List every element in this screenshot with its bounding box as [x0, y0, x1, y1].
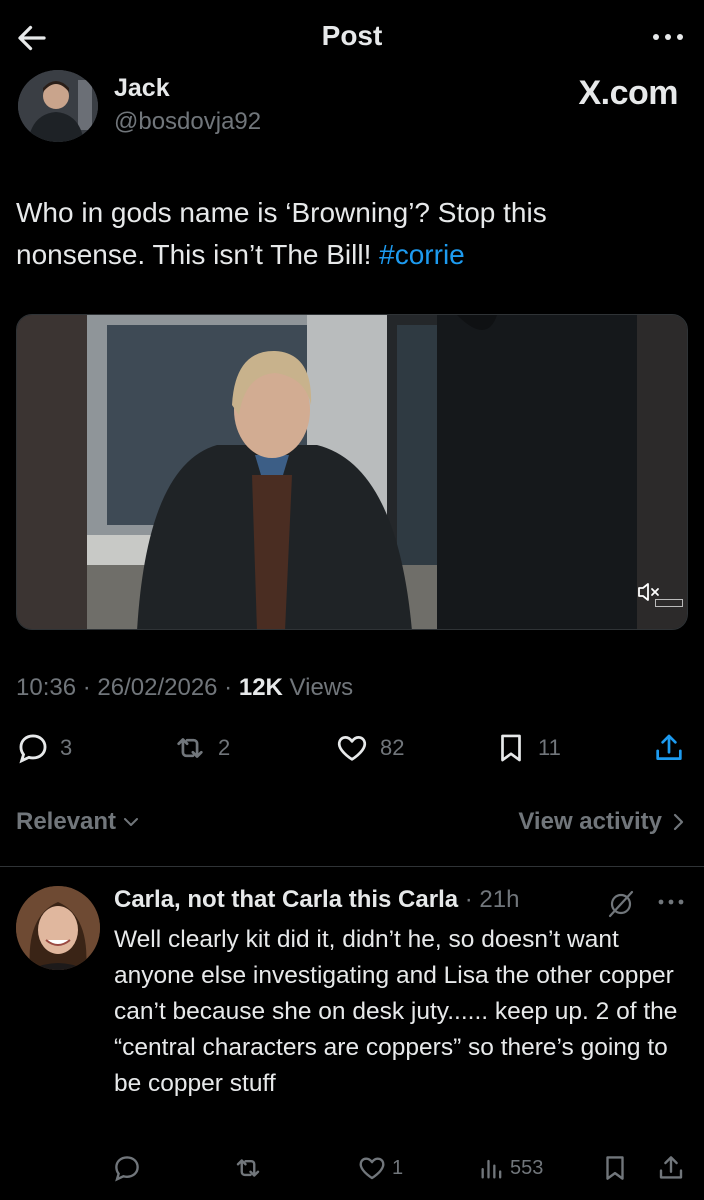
reply-repost-button[interactable] [232, 1150, 268, 1186]
source-watermark: X.com [578, 74, 678, 112]
reply-view-count: 553 [510, 1156, 544, 1179]
reply-actions: 1 553 [0, 1150, 704, 1186]
post-text-line-1: Who in gods name is ‘Browning’? Stop thi… [16, 197, 547, 228]
share-icon [659, 1156, 683, 1179]
reply-icon [19, 734, 47, 764]
heart-icon [337, 736, 367, 761]
reply-text: Well clearly kit did it, didn’t he, so d… [114, 926, 678, 1097]
video-frame [17, 315, 687, 629]
reply-like-button[interactable]: 1 [356, 1150, 403, 1186]
reply-time: · 21h [458, 886, 520, 913]
reply-share-button[interactable] [656, 1150, 686, 1186]
repost-button[interactable]: 2 [172, 728, 230, 768]
post-actions: 3 2 82 11 [0, 728, 704, 768]
more-options-button[interactable] [648, 22, 688, 52]
reply-button[interactable]: 3 [16, 728, 72, 768]
grok-icon [608, 890, 634, 918]
post-text: Who in gods name is ‘Browning’? Stop thi… [16, 192, 676, 276]
post-date: 26/02/2026 [97, 674, 218, 701]
bookmark-icon [606, 1156, 624, 1180]
broadcaster-logo [655, 599, 683, 607]
top-bar: Post [0, 0, 704, 72]
chevron-right-icon [673, 813, 684, 831]
view-activity-link[interactable]: View activity [518, 808, 684, 836]
analytics-icon [481, 1159, 502, 1179]
arrow-left-icon [18, 25, 46, 51]
reply-reply-button[interactable] [112, 1150, 146, 1186]
author-handle[interactable]: @bosdovja92 [114, 108, 261, 136]
more-horizontal-icon [658, 899, 684, 905]
share-button[interactable] [652, 728, 686, 768]
back-button[interactable] [14, 20, 54, 56]
reply-like-count: 1 [392, 1156, 404, 1179]
page-title: Post [321, 20, 383, 51]
reply-item[interactable]: Carla, not that Carla this Carla · 21h W… [0, 868, 704, 1200]
post-author: Jack @bosdovja92 X.com [18, 70, 688, 150]
more-horizontal-icon [653, 34, 683, 40]
post-video[interactable] [16, 314, 688, 630]
reply-avatar[interactable] [16, 886, 100, 970]
reply-count: 3 [60, 735, 73, 760]
chevron-down-icon [124, 818, 139, 826]
bookmark-icon [501, 734, 521, 762]
hashtag-link[interactable]: #corrie [379, 239, 465, 270]
reply-header: Carla, not that Carla this Carla · 21h [114, 886, 519, 914]
share-icon [656, 734, 682, 760]
bookmark-count: 11 [538, 735, 561, 760]
views-count: 12K [238, 674, 283, 701]
repost-icon [177, 738, 203, 758]
post-time: 10:36 [16, 674, 77, 701]
view-activity-label: View activity [518, 808, 662, 835]
divider [0, 866, 704, 867]
author-avatar[interactable] [18, 70, 98, 142]
reply-bookmark-button[interactable] [600, 1150, 630, 1186]
reply-more-button[interactable] [656, 896, 686, 908]
bookmark-button[interactable]: 11 [494, 728, 561, 768]
sort-label: Relevant [16, 808, 117, 835]
post-meta: 10:36 · 26/02/2026 · 12K Views [16, 674, 354, 701]
reply-views-button[interactable]: 553 [478, 1150, 543, 1186]
sort-dropdown[interactable]: Relevant [16, 808, 140, 836]
post-text-line-2: nonsense. This isn’t The Bill! [16, 239, 380, 270]
heart-icon [359, 1157, 385, 1180]
like-button[interactable]: 82 [334, 728, 404, 768]
grok-button[interactable] [606, 890, 636, 918]
repost-count: 2 [218, 735, 231, 760]
author-name[interactable]: Jack [114, 74, 170, 103]
views-label: Views [282, 674, 354, 701]
repost-icon [236, 1159, 260, 1177]
reply-icon [115, 1156, 139, 1182]
like-count: 82 [380, 735, 405, 760]
reply-sort-bar: Relevant View activity [0, 800, 704, 848]
reply-author-name[interactable]: Carla, not that Carla this Carla [114, 886, 458, 913]
